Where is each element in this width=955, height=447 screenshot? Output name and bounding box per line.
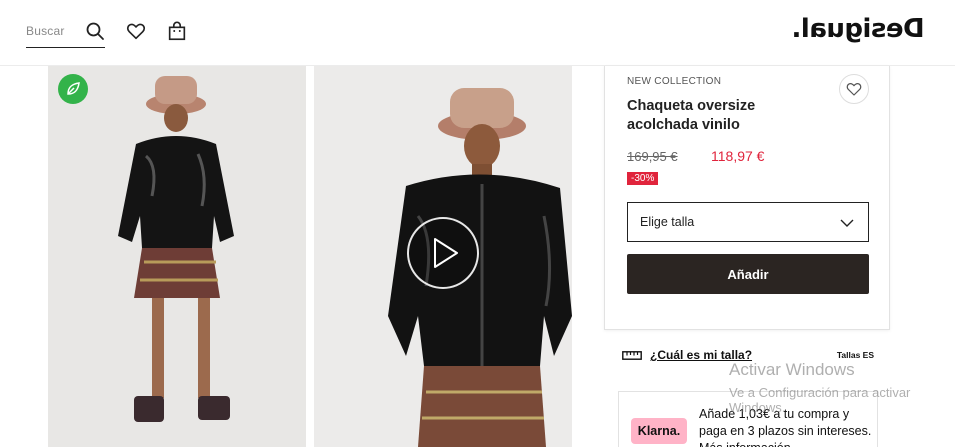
wishlist-heart-icon[interactable]: [125, 20, 147, 42]
size-region-label: Tallas ES: [836, 350, 874, 360]
ruler-icon: [622, 351, 642, 360]
size-dropdown-label: Elige talla: [640, 215, 695, 229]
chevron-down-icon: [840, 219, 854, 227]
discount-badge: -30%: [627, 172, 659, 185]
klarna-logo: Klarna.: [631, 418, 687, 444]
product-info-panel: NEW COLLECTION Chaqueta oversize acolcha…: [604, 66, 890, 330]
play-video-button[interactable]: [407, 217, 479, 289]
search-input[interactable]: Buscar: [26, 24, 65, 38]
shopping-bag-icon[interactable]: [166, 20, 188, 42]
heart-icon: [846, 83, 862, 96]
original-price: 169,95 €: [627, 149, 678, 164]
add-to-wishlist-button[interactable]: [839, 74, 869, 104]
add-to-cart-button[interactable]: Añadir: [627, 254, 869, 294]
search-box[interactable]: Buscar: [26, 18, 105, 48]
size-dropdown[interactable]: Elige talla: [627, 202, 869, 242]
site-header: Buscar Desigual.: [0, 0, 955, 66]
activation-watermark-title: Activar Windows: [729, 360, 855, 379]
collection-label: NEW COLLECTION: [627, 76, 722, 87]
brand-logo[interactable]: Desigual.: [792, 14, 925, 44]
play-icon: [434, 238, 458, 268]
search-icon[interactable]: [85, 21, 105, 41]
product-image-1[interactable]: [48, 66, 306, 447]
leaf-icon: [67, 82, 80, 95]
product-image-2[interactable]: [314, 66, 572, 447]
eco-badge: [58, 74, 88, 104]
sale-price: 118,97 €: [711, 148, 765, 164]
model-photo-front: [48, 66, 306, 447]
activation-watermark-subtitle: Ve a Configuración para activar Windows.: [729, 385, 911, 415]
product-title: Chaqueta oversize acolchada vinilo: [627, 98, 756, 133]
